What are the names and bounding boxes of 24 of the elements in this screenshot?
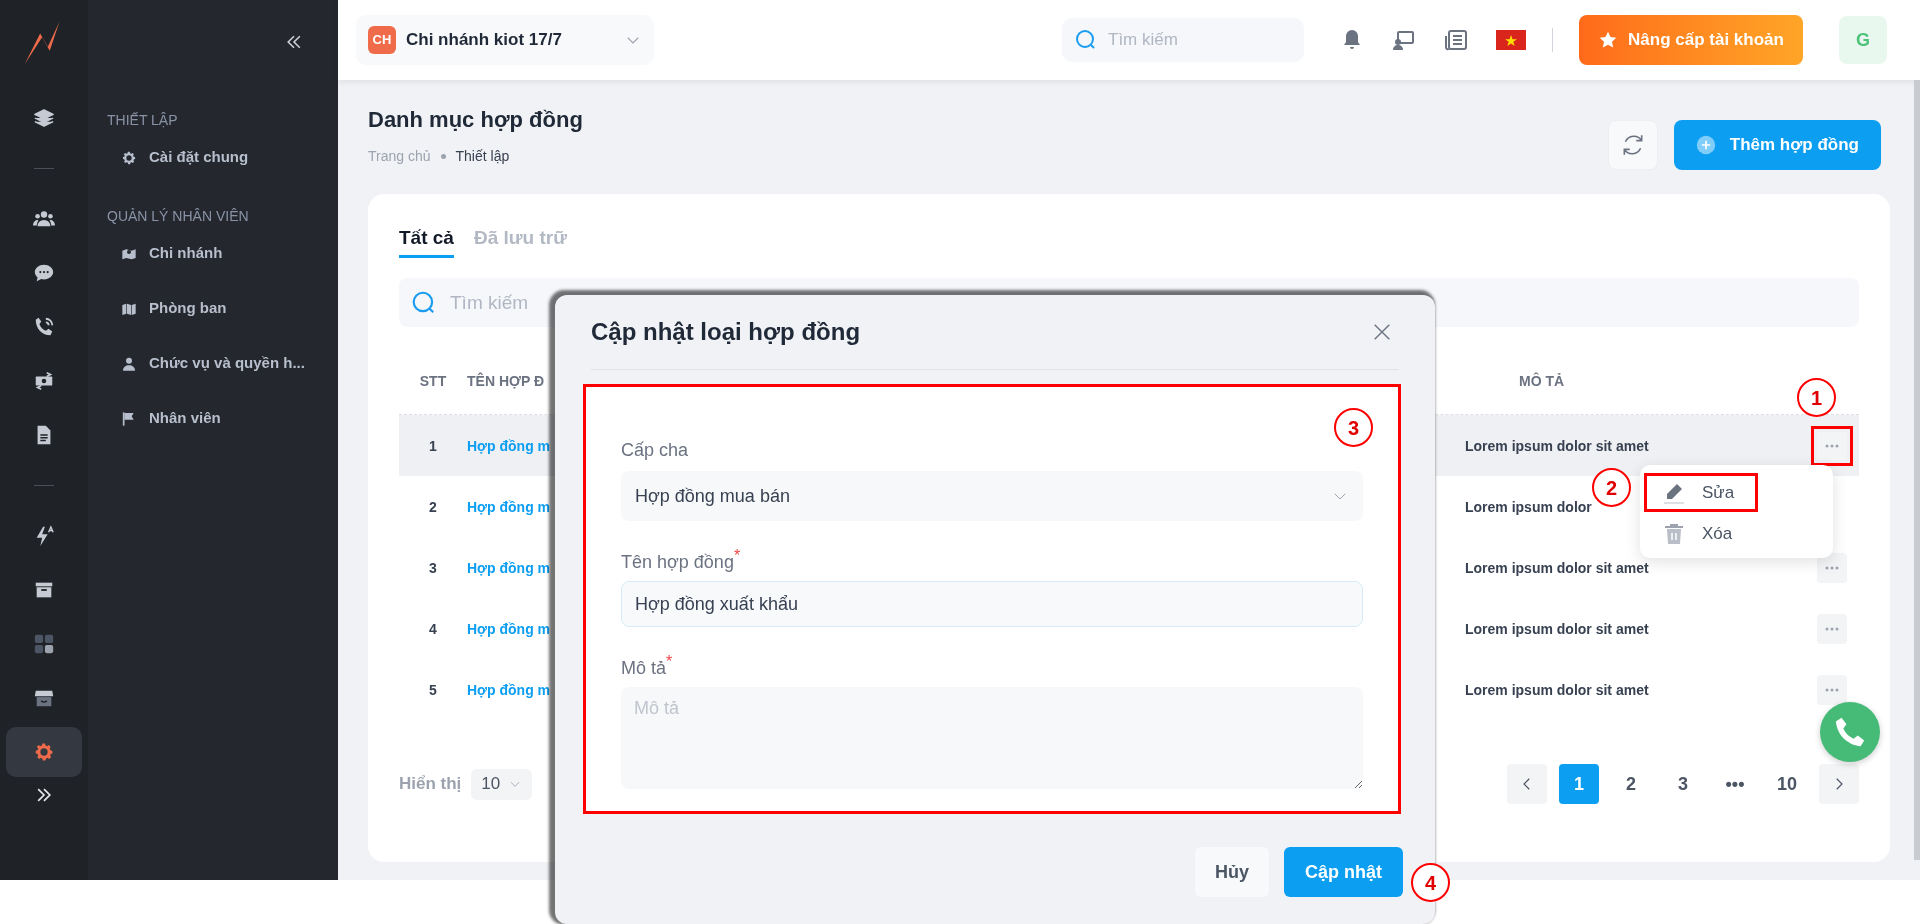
page-size-label: Hiển thị [399,773,462,796]
branch-badge: CH [368,26,396,54]
table-cell: 4 [429,620,437,637]
table-cell: 3 [429,559,437,576]
column-header: STT [419,373,447,389]
page-title: Danh mục hợp đồng [368,106,583,134]
table-cell: Lorem ipsum dolor sit amet [1465,620,1649,637]
column-header: MÔ TẢ [1519,373,1565,389]
field-label: Tên hợp đồng [621,551,734,573]
required-mark: * [666,655,673,672]
required-mark: * [733,549,741,566]
section-heading: QUẢN LÝ NHÂN VIÊN [107,207,250,226]
field-label: Cấp cha [621,439,689,461]
table-cell: Lorem ipsum dolor [1465,498,1592,515]
table-cell: Lorem ipsum dolor sit amet [1465,559,1649,576]
branch-name: Chi nhánh kiot 17/7 [406,29,563,52]
section-heading: THIẾT LẬP [107,111,179,130]
table-cell: Lorem ipsum dolor sit amet [1465,437,1649,454]
table-cell: 2 [429,498,437,515]
field-label: Mô tả [621,658,667,679]
table-cell: Lorem ipsum dolor sit amet [1465,681,1649,698]
table-cell: 1 [429,437,437,454]
table-cell: 5 [429,681,437,698]
column-header: TÊN HỢP Đ [467,373,545,389]
